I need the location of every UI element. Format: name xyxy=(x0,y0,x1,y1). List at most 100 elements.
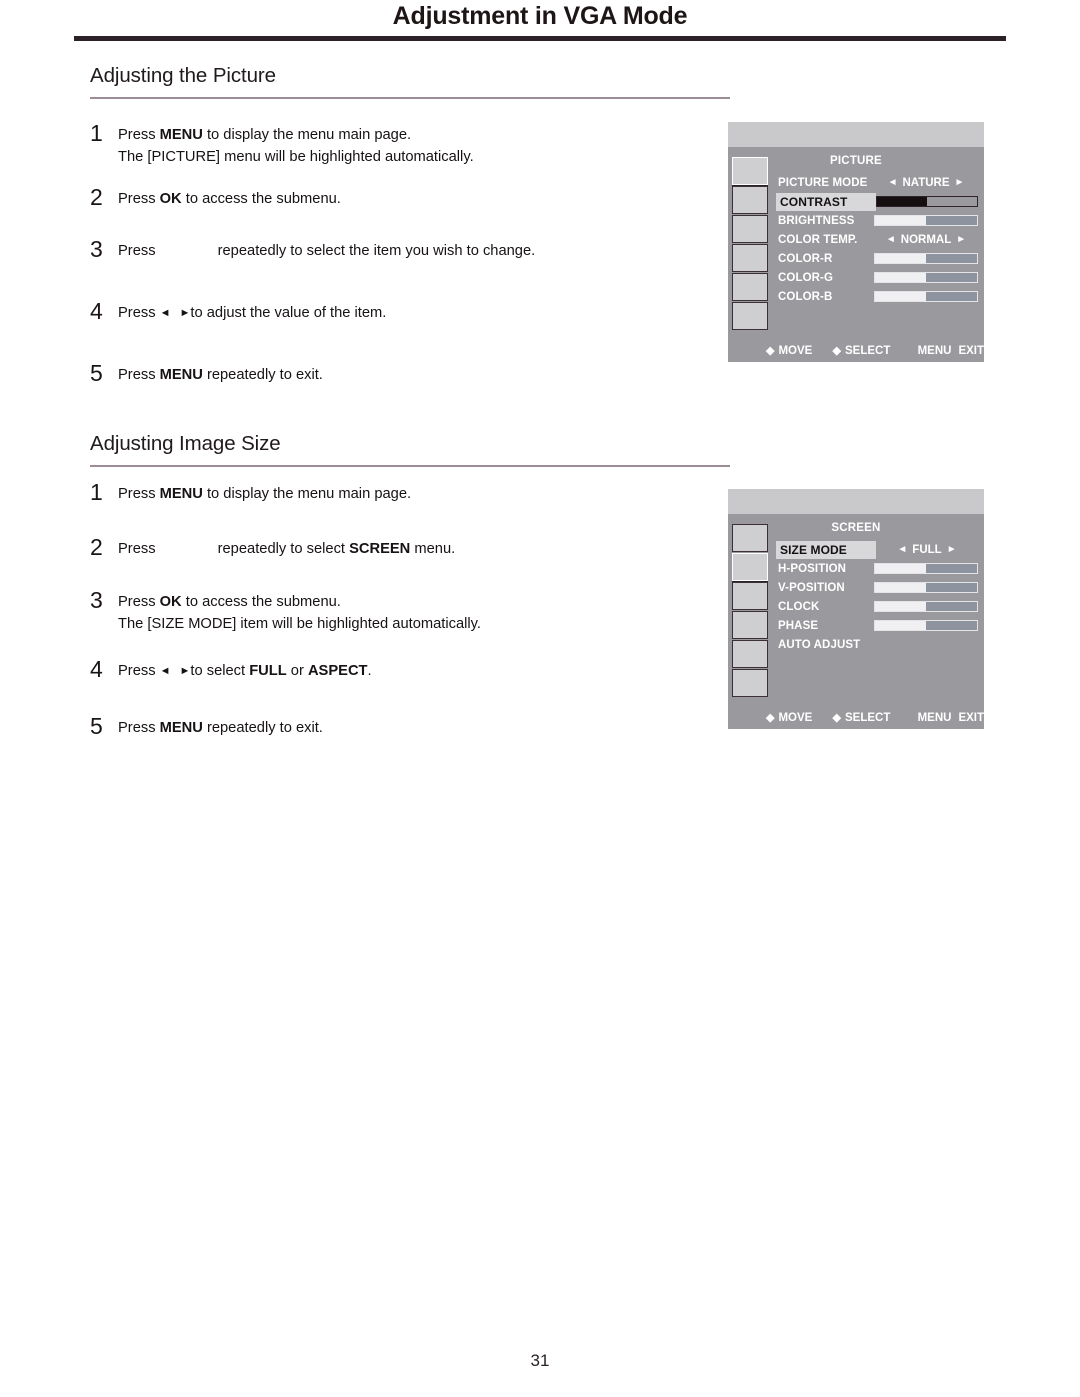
osd-rail-icon-5[interactable] xyxy=(732,640,768,668)
step-text-part: repeatedly to select xyxy=(217,541,350,557)
osd-rail-icon-6[interactable] xyxy=(732,302,768,330)
osd-slider-color-r[interactable] xyxy=(874,253,978,264)
step-5-image-size: 5 Press MENU repeatedly to exit. xyxy=(90,715,710,739)
arrow-left-icon[interactable]: ◄ xyxy=(881,234,901,245)
osd-slider-phase[interactable] xyxy=(874,620,978,631)
osd-rail-icon-4[interactable] xyxy=(732,244,768,272)
osd-footer-select-label: SELECT xyxy=(845,711,891,724)
step-text-part: Press xyxy=(118,594,160,610)
step-1-image-size: 1 Press MENU to display the menu main pa… xyxy=(90,481,710,505)
osd-footer-move: ◆ MOVE xyxy=(766,711,812,725)
osd-rail-icon-3[interactable] xyxy=(732,215,768,243)
osd-slider-clock[interactable] xyxy=(874,601,978,612)
osd-row-color-r[interactable]: COLOR-R xyxy=(778,249,978,268)
osd-row-label: AUTO ADJUST xyxy=(778,638,861,651)
step-5-picture: 5 Press MENU repeatedly to exit. xyxy=(90,362,710,386)
step-number: 4 xyxy=(90,656,103,682)
step-text-part: to access the submenu. xyxy=(181,594,341,610)
section-heading-picture: Adjusting the Picture xyxy=(90,64,276,87)
osd-row-label: PICTURE MODE xyxy=(778,176,868,189)
step-text-part: Press xyxy=(118,243,160,259)
osd-row-h-position[interactable]: H-POSITION xyxy=(778,559,978,578)
osd-footer: ◆ MOVE ◆ SELECT MENU EXIT xyxy=(728,706,984,729)
osd-row-picture-mode[interactable]: PICTURE MODE ◄ NATURE ► xyxy=(778,173,978,192)
osd-row-list: PICTURE MODE ◄ NATURE ► CONTRAST BRIGHTNES… xyxy=(776,173,978,306)
osd-title: SCREEN xyxy=(831,522,881,534)
page-number: 31 xyxy=(530,1351,550,1370)
arrow-right-icon[interactable]: ► xyxy=(951,234,971,245)
osd-value-text: FULL xyxy=(912,543,942,556)
osd-picture-menu: PICTURE PICTURE MODE ◄ NATURE ► CONTRAST B… xyxy=(728,122,984,362)
osd-slider-color-b[interactable] xyxy=(874,291,978,302)
step-text-part: Press xyxy=(118,720,160,736)
osd-row-auto-adjust[interactable]: AUTO ADJUST xyxy=(778,635,978,654)
osd-row-label: V-POSITION xyxy=(778,581,845,594)
osd-slider-contrast[interactable] xyxy=(876,196,978,207)
osd-footer-move-label: MOVE xyxy=(778,344,813,357)
osd-body: PICTURE PICTURE MODE ◄ NATURE ► CONTRAST B… xyxy=(728,147,984,339)
step-number: 5 xyxy=(90,713,103,739)
osd-rail-icon-screen[interactable] xyxy=(732,553,768,581)
osd-top-strip xyxy=(728,122,984,147)
osd-row-color-g[interactable]: COLOR-G xyxy=(778,268,978,287)
osd-rail-icon-4[interactable] xyxy=(732,611,768,639)
step-number: 4 xyxy=(90,298,103,324)
updown-diamond-icon: ◆ xyxy=(766,345,775,357)
osd-row-list: SIZE MODE ◄ FULL ► H-POSITION V-POSITION C… xyxy=(776,540,978,654)
osd-rail-icon-6[interactable] xyxy=(732,669,768,697)
osd-row-color-b[interactable]: COLOR-B xyxy=(778,287,978,306)
osd-icon-rail xyxy=(732,157,770,331)
arrow-right-icon[interactable]: ► xyxy=(942,544,962,555)
osd-row-brightness[interactable]: BRIGHTNESS xyxy=(778,211,978,230)
arrow-left-icon: ◄ xyxy=(159,307,171,319)
section-heading-image-size: Adjusting Image Size xyxy=(90,432,281,455)
osd-row-value: ◄ NORMAL ► xyxy=(874,234,978,246)
leftright-arrow-icon: ◄ ► xyxy=(160,302,191,324)
arrow-right-icon: ► xyxy=(179,665,191,677)
osd-icon-rail xyxy=(732,524,770,698)
step-text-part: to access the submenu. xyxy=(181,191,341,207)
key-label: MENU xyxy=(159,720,203,736)
arrow-left-icon[interactable]: ◄ xyxy=(892,544,912,555)
step-text-part: repeatedly to exit. xyxy=(202,720,323,736)
osd-row-phase[interactable]: PHASE xyxy=(778,616,978,635)
osd-slider-brightness[interactable] xyxy=(874,215,978,226)
step-4-image-size: 4 Press ◄ ►to select FULL or ASPECT. xyxy=(90,658,710,682)
step-text-part: Press xyxy=(118,305,160,321)
osd-value-text: NATURE xyxy=(902,176,950,189)
osd-top-strip xyxy=(728,489,984,514)
osd-rail-icon-3[interactable] xyxy=(732,582,768,610)
osd-footer-menu-exit: MENU EXIT xyxy=(911,712,984,724)
manual-page: Adjustment in VGA Mode Adjusting the Pic… xyxy=(0,0,1080,1397)
osd-rail-icon-2[interactable] xyxy=(732,186,768,214)
step-text-part: menu. xyxy=(410,541,456,557)
step-text: Press MENU repeatedly to exit. xyxy=(118,362,323,386)
osd-row-clock[interactable]: CLOCK xyxy=(778,597,978,616)
osd-row-label: BRIGHTNESS xyxy=(778,214,855,227)
osd-slider-color-g[interactable] xyxy=(874,272,978,283)
step-2-picture: 2 Press OK to access the submenu. xyxy=(90,186,710,210)
osd-row-v-position[interactable]: V-POSITION xyxy=(778,578,978,597)
arrow-left-icon[interactable]: ◄ xyxy=(883,177,903,188)
osd-row-contrast[interactable]: CONTRAST xyxy=(776,192,978,211)
osd-footer: ◆ MOVE ◆ SELECT MENU EXIT xyxy=(728,339,984,362)
step-number: 5 xyxy=(90,360,103,386)
osd-value-text: NORMAL xyxy=(900,233,952,246)
osd-footer-select: ◆ SELECT xyxy=(833,711,891,725)
leftright-diamond-icon: ◆ xyxy=(832,345,841,357)
leftright-arrow-icon: ◄ ► xyxy=(160,660,191,682)
osd-row-size-mode[interactable]: SIZE MODE ◄ FULL ► xyxy=(776,540,978,559)
step-subtext: The [PICTURE] menu will be highlighted a… xyxy=(118,149,474,165)
osd-row-color-temp[interactable]: COLOR TEMP. ◄ NORMAL ► xyxy=(778,230,978,249)
step-text-part: to select xyxy=(190,663,250,679)
step-number: 2 xyxy=(90,184,103,210)
osd-slider-h-position[interactable] xyxy=(874,563,978,574)
osd-rail-icon-5[interactable] xyxy=(732,273,768,301)
osd-slider-v-position[interactable] xyxy=(874,582,978,593)
arrow-right-icon: ► xyxy=(179,307,191,319)
osd-row-value: ◄ FULL ► xyxy=(876,544,978,556)
arrow-right-icon[interactable]: ► xyxy=(950,177,970,188)
osd-footer-menu-exit: MENU EXIT xyxy=(911,345,984,357)
step-text-part: . xyxy=(367,663,372,679)
step-text: Press ◄ ►to adjust the value of the item. xyxy=(118,300,386,324)
